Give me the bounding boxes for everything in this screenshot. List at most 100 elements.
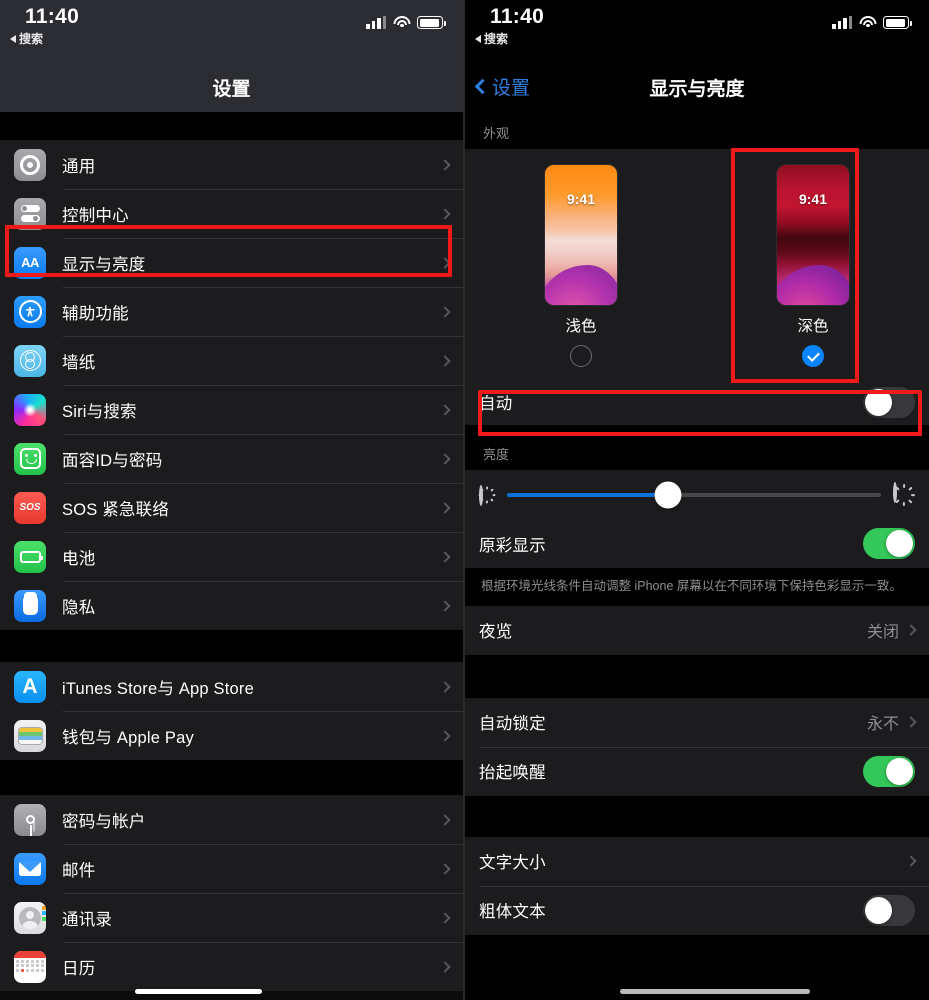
row-label: 控制中心 [62, 206, 129, 225]
row-automatic[interactable]: 自动 [465, 379, 929, 425]
row-label: 辅助功能 [62, 304, 129, 323]
sidebar-item-itunes-app-store[interactable]: A iTunes Store与 App Store [0, 662, 463, 711]
wallpaper-hill-shape [777, 265, 849, 305]
row-label: 自动 [479, 395, 513, 413]
battery-icon [417, 16, 446, 29]
sos-icon: SOS [14, 491, 46, 524]
row-label: 钱包与 Apple Pay [62, 728, 194, 747]
brightness-section-header-wrap: 亮度 [465, 425, 929, 470]
back-triangle-icon [475, 34, 481, 43]
sidebar-item-passwords-accounts[interactable]: 密码与帐户 [0, 795, 463, 844]
chevron-right-icon [439, 550, 451, 563]
chevron-right-icon [439, 207, 451, 220]
sidebar-item-contacts[interactable]: 通讯录 [0, 893, 463, 942]
sidebar-item-wallet-apple-pay[interactable]: 钱包与 Apple Pay [0, 711, 463, 760]
right-status-bar: 11:40 搜索 [465, 0, 929, 60]
true-tone-toggle[interactable] [863, 528, 915, 559]
sidebar-item-siri-search[interactable]: Siri与搜索 [0, 385, 463, 434]
row-label: 夜览 [479, 623, 513, 642]
theme-option-dark[interactable]: 9:41 深色 [697, 165, 929, 367]
row-text-size[interactable]: 文字大小 [465, 836, 929, 886]
theme-option-light[interactable]: 9:41 浅色 [465, 165, 697, 367]
home-indicator[interactable] [135, 989, 262, 994]
brightness-group: 原彩显示 [465, 470, 929, 568]
sidebar-item-emergency-sos[interactable]: SOS SOS 紧急联络 [0, 483, 463, 532]
wallpaper-icon [14, 344, 46, 377]
chevron-right-icon [439, 403, 451, 416]
wifi-icon [859, 16, 876, 29]
settings-group-stores: A iTunes Store与 App Store 钱包与 Apple Pay [0, 662, 463, 760]
sidebar-item-privacy[interactable]: 隐私 [0, 581, 463, 630]
cellular-signal-icon [832, 16, 852, 29]
sidebar-item-display-brightness[interactable]: AA 显示与亮度 [0, 238, 463, 287]
row-night-shift[interactable]: 夜览 关闭 [465, 605, 929, 655]
row-auto-lock[interactable]: 自动锁定 永不 [465, 697, 929, 747]
accessibility-icon [14, 295, 46, 328]
night-shift-value: 关闭 [866, 624, 899, 642]
chevron-right-icon [439, 158, 451, 171]
brightness-slider-thumb[interactable] [654, 481, 682, 508]
display-brightness-icon: AA [14, 246, 46, 279]
sidebar-item-general[interactable]: 通用 [0, 140, 463, 189]
sidebar-item-wallpaper[interactable]: 墙纸 [0, 336, 463, 385]
status-indicators [832, 16, 912, 29]
brightness-slider-row[interactable] [465, 470, 929, 519]
night-shift-group: 夜览 关闭 [465, 605, 929, 655]
appearance-theme-chooser: 9:41 浅色 9:41 深色 [465, 149, 929, 379]
left-phone-settings-screen: 11:40 搜索 设置 通用 控制中心 AA 显示与亮度 辅助功能 墙纸 Sir… [0, 0, 465, 1000]
auto-lock-value: 永不 [866, 716, 899, 734]
appearance-section-header-wrap: 外观 [465, 112, 929, 149]
dark-theme-radio-selected[interactable] [802, 345, 824, 367]
sidebar-item-calendar[interactable]: 日历 [0, 942, 463, 991]
status-back-to-search[interactable]: 搜索 [10, 30, 43, 47]
automatic-toggle[interactable] [863, 386, 915, 418]
app-store-icon: A [14, 670, 46, 703]
sidebar-item-control-center[interactable]: 控制中心 [0, 189, 463, 238]
sidebar-item-face-id-passcode[interactable]: 面容ID与密码 [0, 434, 463, 483]
status-back-label: 搜索 [484, 32, 509, 46]
chevron-right-icon [439, 862, 451, 875]
status-back-label: 搜索 [19, 32, 44, 46]
brightness-section-header: 亮度 [483, 447, 510, 462]
section-gap [465, 654, 929, 698]
preview-clock: 9:41 [566, 191, 596, 207]
row-label: 原彩显示 [479, 536, 546, 555]
row-label: SOS 紧急联络 [62, 500, 170, 519]
back-triangle-icon [10, 34, 16, 43]
row-label: 文字大小 [479, 854, 546, 873]
row-label: iTunes Store与 App Store [62, 679, 254, 698]
sun-large-icon [893, 481, 915, 506]
brightness-slider-track[interactable] [507, 481, 881, 508]
page-title: 设置 [212, 79, 251, 100]
chevron-right-icon [439, 501, 451, 514]
brightness-slider-fill [507, 492, 668, 497]
automatic-group: 自动 [465, 379, 929, 425]
wifi-icon [393, 16, 410, 29]
status-back-to-search[interactable]: 搜索 [475, 30, 508, 47]
dark-theme-preview: 9:41 [777, 165, 849, 305]
battery-app-icon [14, 540, 46, 573]
sidebar-item-battery[interactable]: 电池 [0, 532, 463, 581]
theme-label: 浅色 [565, 318, 597, 335]
right-phone-display-brightness-screen: 11:40 搜索 设置 显示与亮度 外观 9:41 浅色 9:41 深色 自动 … [465, 0, 929, 1000]
chevron-right-icon [439, 256, 451, 269]
sidebar-item-mail[interactable]: 邮件 [0, 844, 463, 893]
chevron-right-icon [905, 716, 917, 728]
chevron-right-icon [905, 855, 917, 867]
row-bold-text[interactable]: 粗体文本 [465, 885, 929, 935]
sidebar-item-accessibility[interactable]: 辅助功能 [0, 287, 463, 336]
light-theme-radio[interactable] [570, 345, 592, 367]
gear-icon [14, 148, 46, 181]
row-label: 粗体文本 [479, 903, 546, 922]
dual-screenshot-comparison: 11:40 搜索 设置 通用 控制中心 AA 显示与亮度 辅助功能 墙纸 Sir… [0, 0, 929, 1000]
chevron-right-icon [439, 452, 451, 465]
row-raise-to-wake[interactable]: 抬起唤醒 [465, 746, 929, 796]
status-time: 11:40 [490, 5, 545, 28]
home-indicator[interactable] [620, 989, 810, 994]
raise-to-wake-toggle[interactable] [863, 755, 915, 787]
privacy-hand-icon [14, 589, 46, 622]
row-label: 通讯录 [62, 910, 113, 929]
bold-text-toggle[interactable] [863, 894, 915, 926]
row-label: 自动锁定 [479, 715, 546, 734]
row-true-tone[interactable]: 原彩显示 [465, 519, 929, 568]
